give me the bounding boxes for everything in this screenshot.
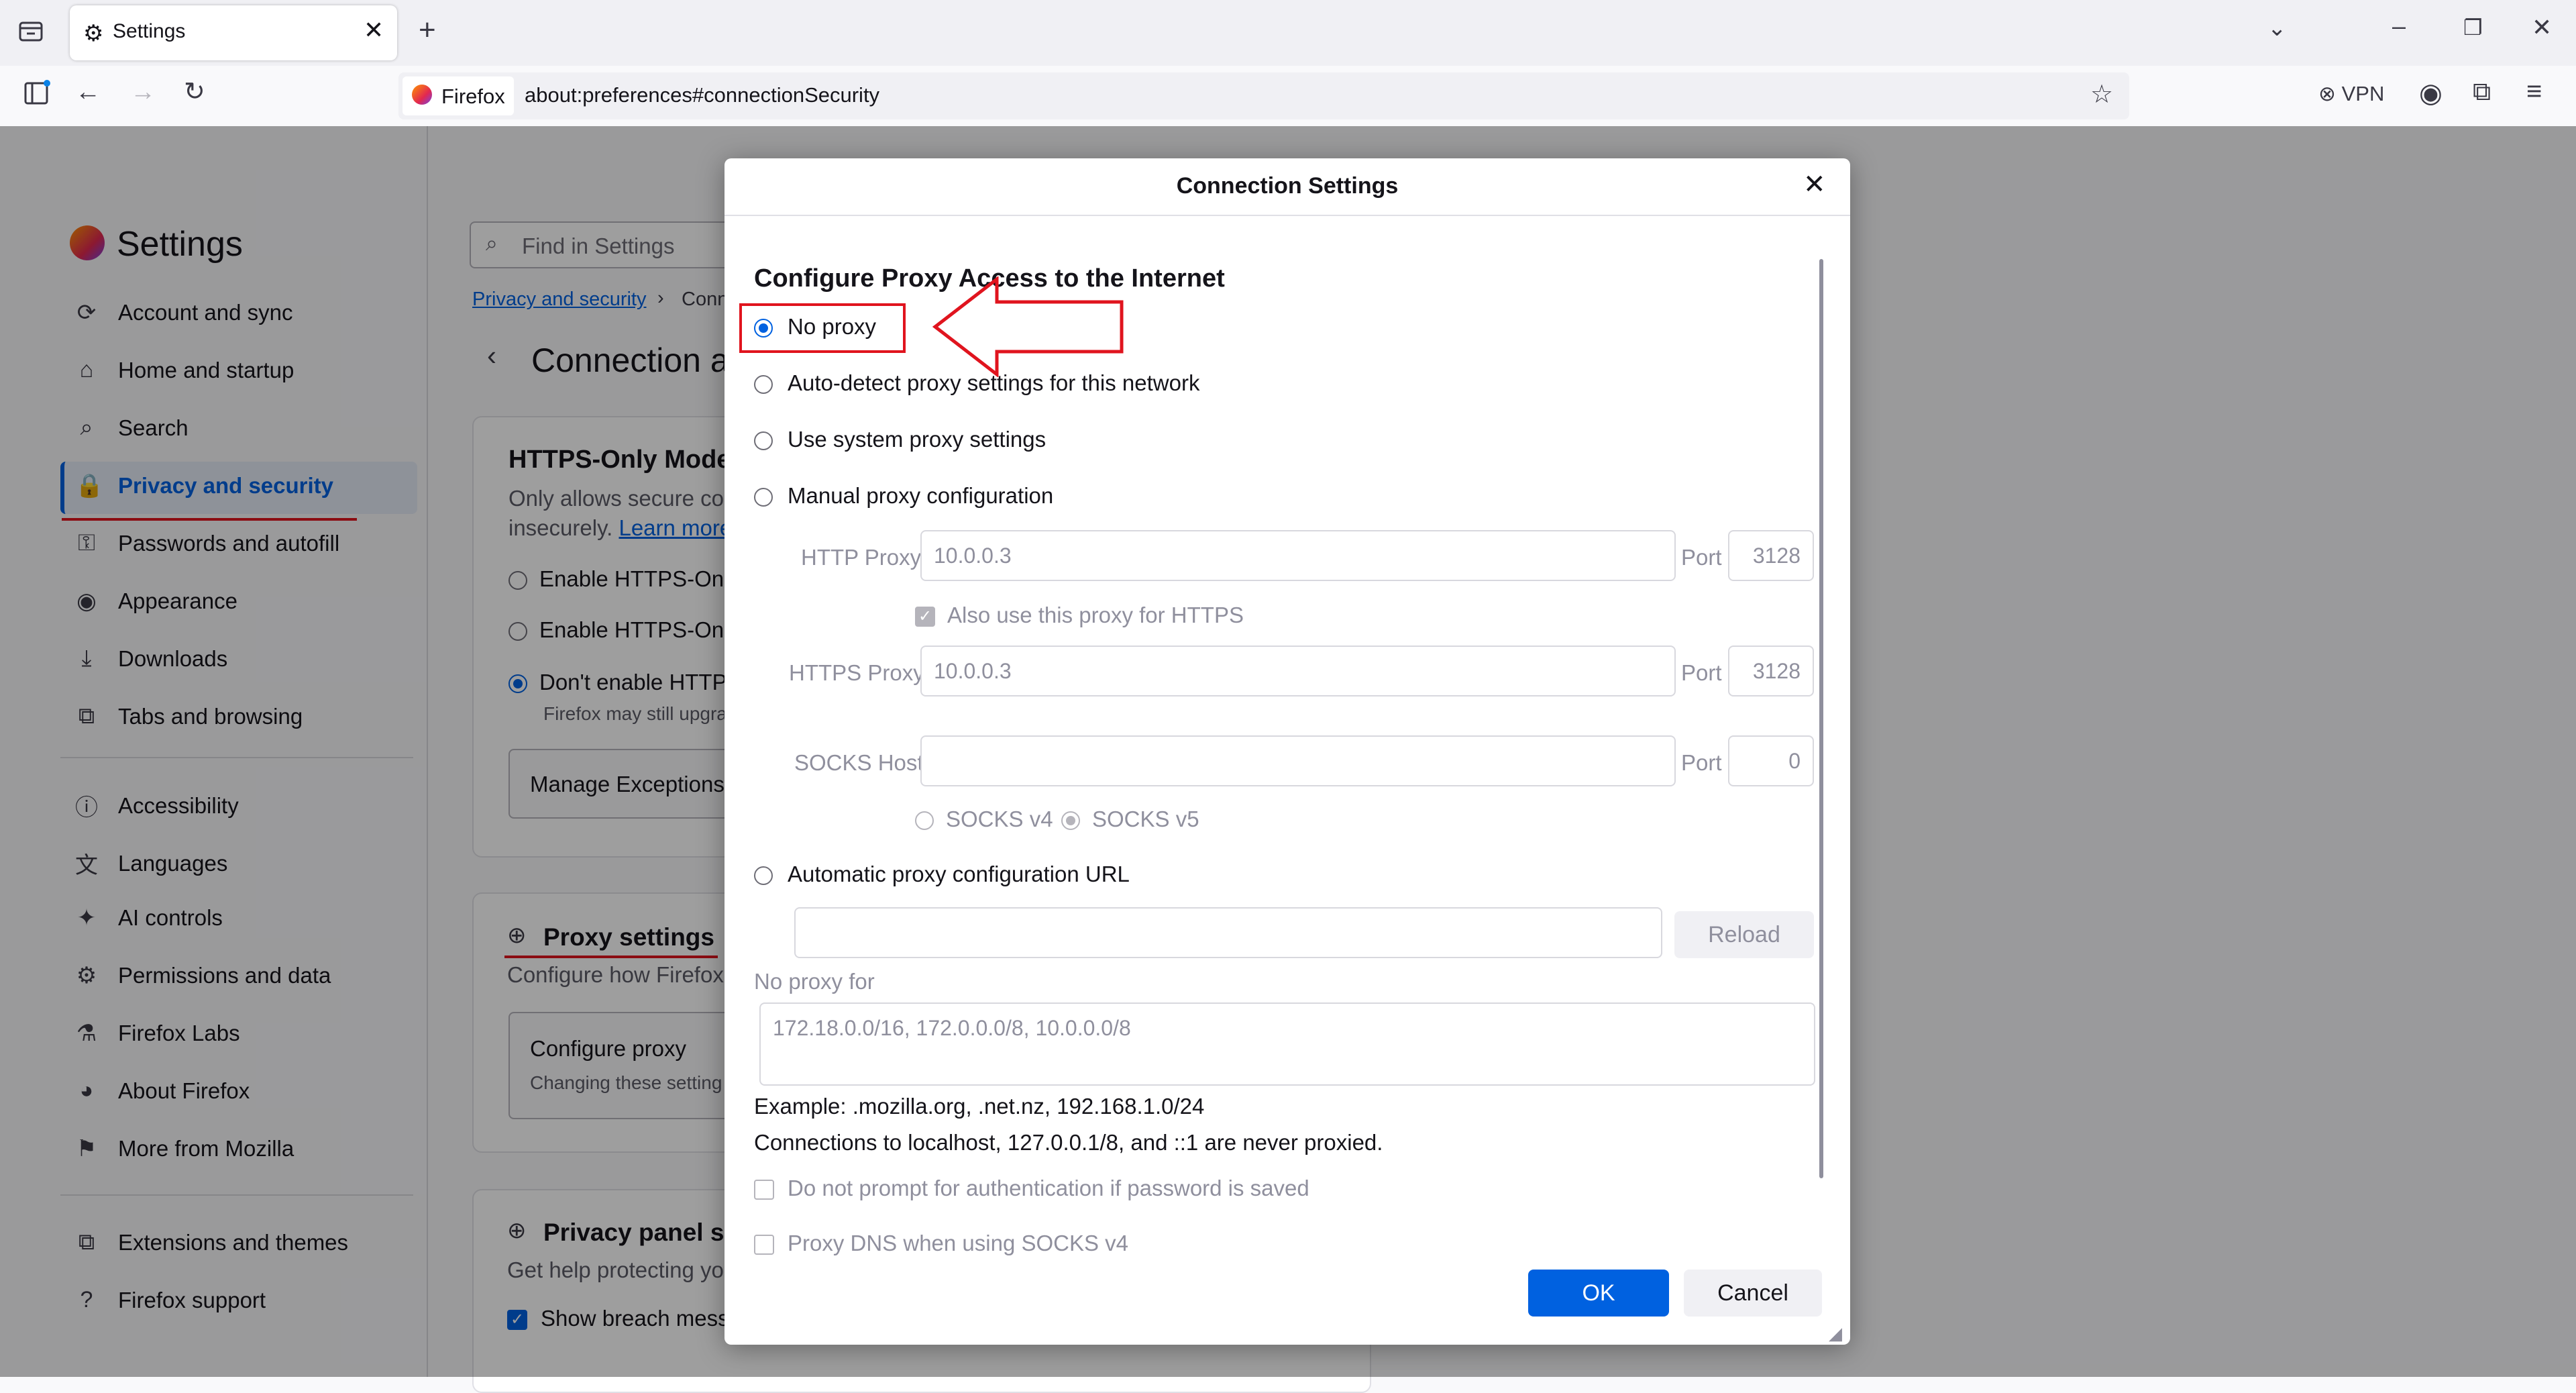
bookmark-star-icon[interactable]: ☆ (2090, 79, 2113, 109)
new-tab-icon[interactable]: + (419, 13, 436, 47)
http-port-label: Port (1681, 545, 1722, 570)
identity-label: Firefox (441, 85, 505, 108)
tab-bar: ⚙ Settings ✕ + ⌄ – ❐ ✕ (0, 0, 2576, 66)
resize-grip-icon[interactable]: ◢ (1829, 1323, 1842, 1344)
https-port-input[interactable]: 3128 (1728, 646, 1814, 696)
no-prompt-auth-checkbox[interactable]: Do not prompt for authentication if pass… (754, 1176, 1309, 1201)
extensions-icon[interactable]: ⧉ (2473, 78, 2491, 107)
no-proxy-for-label: No proxy for (754, 969, 875, 994)
socks-port-label: Port (1681, 750, 1722, 775)
localhost-note: Connections to localhost, 127.0.0.1/8, a… (754, 1130, 1383, 1155)
dialog-title: Connection Settings (1176, 173, 1399, 199)
ok-button[interactable]: OK (1528, 1270, 1669, 1317)
http-proxy-label: HTTP Proxy (801, 545, 922, 570)
no-proxy-for-textarea[interactable]: 172.18.0.0/16, 172.0.0.0/8, 10.0.0.0/8 (759, 1002, 1815, 1086)
option-manual-proxy[interactable]: Manual proxy configuration (754, 483, 1053, 509)
socks-v5-radio[interactable]: SOCKS v5 (1061, 807, 1199, 832)
option-auto-config-url[interactable]: Automatic proxy configuration URL (754, 862, 1130, 887)
gear-icon: ⚙ (83, 21, 104, 46)
back-icon[interactable]: ← (75, 78, 101, 107)
connection-settings-dialog: Connection Settings ✕ Configure Proxy Ac… (724, 158, 1850, 1345)
menu-icon[interactable]: ≡ (2526, 76, 2542, 107)
example-text: Example: .mozilla.org, .net.nz, 192.168.… (754, 1094, 1205, 1119)
option-auto-detect[interactable]: Auto-detect proxy settings for this netw… (754, 370, 1199, 396)
http-port-input[interactable]: 3128 (1728, 530, 1814, 581)
vpn-label: VPN (2341, 82, 2385, 105)
reload-button[interactable]: Reload (1674, 911, 1814, 958)
annotation-highlight-box (739, 303, 906, 353)
tab-settings[interactable]: ⚙ Settings ✕ (70, 5, 397, 60)
dialog-scrollbar[interactable] (1819, 259, 1823, 1178)
account-icon[interactable]: ◉ (2419, 78, 2443, 109)
socks-host-label: SOCKS Host (794, 750, 924, 775)
proxy-dns-checkbox[interactable]: Proxy DNS when using SOCKS v4 (754, 1231, 1128, 1256)
vpn-status-icon: ⊗ (2318, 82, 2336, 105)
https-port-label: Port (1681, 660, 1722, 685)
socks-v4-radio[interactable]: SOCKS v4 (915, 807, 1053, 832)
http-proxy-input[interactable]: 10.0.0.3 (920, 530, 1676, 581)
tab-list-icon[interactable] (17, 17, 44, 51)
identity-box[interactable]: Firefox (402, 76, 514, 115)
chevron-down-icon[interactable]: ⌄ (2267, 15, 2287, 42)
dialog-header: Connection Settings ✕ (724, 158, 1850, 216)
https-proxy-input[interactable]: 10.0.0.3 (920, 646, 1676, 696)
tab-title: Settings (113, 20, 186, 42)
reload-icon[interactable]: ↻ (184, 76, 205, 107)
socks-port-input[interactable]: 0 (1728, 735, 1814, 786)
option-system-proxy[interactable]: Use system proxy settings (754, 427, 1046, 452)
annotation-arrow-icon (932, 276, 1124, 377)
close-dialog-icon[interactable]: ✕ (1803, 169, 1826, 200)
sidebar-toggle-icon[interactable] (23, 79, 51, 114)
close-tab-icon[interactable]: ✕ (364, 16, 384, 44)
url-text[interactable]: about:preferences#connectionSecurity (525, 83, 879, 107)
auto-config-url-input[interactable] (794, 907, 1662, 958)
firefox-logo-icon (412, 85, 432, 105)
forward-icon[interactable]: → (130, 78, 156, 107)
socks-host-input[interactable] (920, 735, 1676, 786)
restore-icon[interactable]: ❐ (2463, 15, 2483, 40)
minimize-icon[interactable]: – (2392, 12, 2406, 40)
cancel-button[interactable]: Cancel (1684, 1270, 1822, 1317)
https-proxy-label: HTTPS Proxy (789, 660, 924, 685)
close-window-icon[interactable]: ✕ (2532, 13, 2552, 42)
also-https-checkbox[interactable]: ✓ Also use this proxy for HTTPS (915, 603, 1244, 628)
vpn-button[interactable]: ⊗ VPN (2318, 82, 2384, 106)
